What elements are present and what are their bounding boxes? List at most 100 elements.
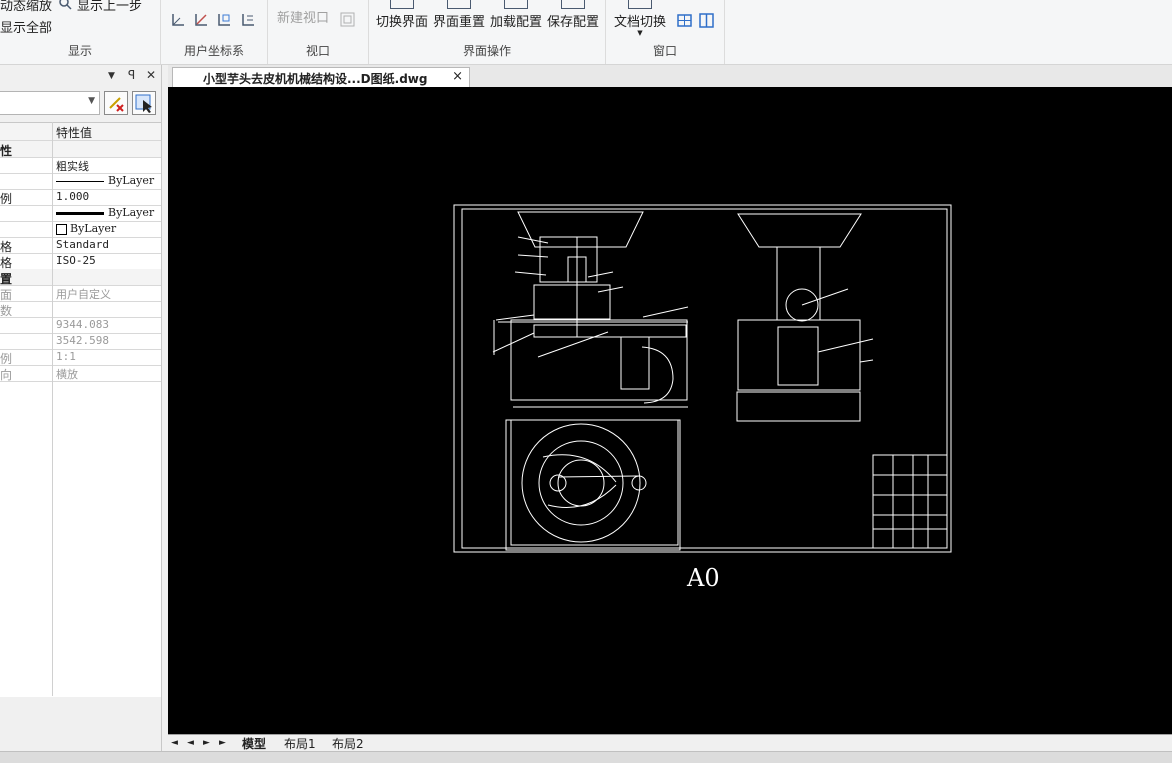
property-value: 1:1: [56, 350, 76, 363]
previous-view-button[interactable]: 显示上一步: [77, 0, 142, 14]
property-row[interactable]: 例 1.000: [0, 189, 161, 206]
ucs-view-icon[interactable]: [217, 12, 232, 27]
panel-menu-button[interactable]: ▼: [108, 71, 115, 81]
property-row[interactable]: 粗实线: [0, 157, 161, 174]
panel-titlebar: ▼ ꟼ ✕: [0, 65, 161, 87]
document-tab[interactable]: 小型芋头去皮机机械结构设...D图纸.dwg ×: [172, 67, 470, 88]
thick-line-swatch: [56, 211, 104, 215]
reset-ui-icon: [447, 0, 471, 9]
chevron-down-icon: ▼: [88, 96, 95, 106]
tab-model[interactable]: 模型: [242, 735, 266, 752]
document-tab-close-button[interactable]: ×: [452, 69, 463, 84]
select-objects-icon: [135, 94, 152, 113]
ui-ops-group-label: 界面操作: [462, 44, 511, 58]
object-selector-dropdown[interactable]: ▼: [0, 91, 100, 115]
front-view: [492, 211, 689, 408]
ucs-3point-icon[interactable]: [241, 12, 256, 27]
layout-tab-bar: ◄ ◄ ► ► 模型 布局1 布局2: [168, 734, 1172, 752]
save-config-button[interactable]: 保存配置: [545, 0, 601, 38]
switch-ui-button[interactable]: 切换界面: [374, 0, 430, 38]
toggle-pickadd-button[interactable]: [104, 91, 128, 115]
doc-switch-label: 文档切换: [613, 15, 666, 30]
property-row[interactable]: 性: [0, 141, 161, 158]
doc-switch-button[interactable]: 文档切换 ▼: [610, 0, 670, 38]
property-row[interactable]: 格 ISO-25: [0, 253, 161, 270]
load-config-button[interactable]: 加载配置: [488, 0, 544, 38]
property-value: 1.000: [56, 190, 90, 203]
document-tab-title: 小型芋头去皮机机械结构设...D图纸.dwg: [203, 72, 428, 86]
property-row[interactable]: 向 横放: [0, 365, 161, 382]
property-row[interactable]: ByLayer: [0, 173, 161, 190]
display-group-label: 显示: [67, 44, 92, 58]
switch-ui-label: 切换界面: [375, 15, 428, 30]
new-viewport-button[interactable]: 新建视口: [277, 7, 329, 26]
load-config-icon: [504, 0, 528, 9]
load-config-label: 加载配置: [489, 15, 542, 30]
thin-line-swatch: [56, 180, 104, 182]
side-view: [736, 213, 874, 422]
property-row[interactable]: 置: [0, 269, 161, 286]
column-divider[interactable]: [52, 122, 53, 696]
property-value: 粗实线: [56, 160, 89, 173]
switch-ui-icon: [390, 0, 414, 9]
panel-pin-button[interactable]: ꟼ: [128, 68, 135, 82]
select-objects-button[interactable]: [132, 91, 156, 115]
tile-vertical-icon[interactable]: [699, 13, 714, 28]
viewport-clip-icon[interactable]: [340, 12, 355, 27]
viewport-group-label: 视口: [305, 44, 330, 58]
property-row[interactable]: 9344.083: [0, 317, 161, 334]
property-row[interactable]: 例 1:1: [0, 349, 161, 366]
color-swatch: [56, 223, 67, 235]
property-value: ISO-25: [56, 254, 96, 267]
property-row[interactable]: 数: [0, 301, 161, 318]
property-value-text: ByLayer: [108, 174, 155, 187]
ucs-object-icon[interactable]: [194, 12, 209, 27]
nav-first-button[interactable]: ◄: [171, 738, 178, 748]
ribbon: 动态缩放 显示上一步 显示全部 显示 用户坐标系 新建视口 视口 切换界面 界面…: [0, 0, 1172, 65]
title-block: [872, 454, 948, 549]
ui-ops-group: 切换界面 界面重置 加载配置 保存配置 界面操作: [369, 0, 606, 64]
property-row[interactable]: 格 Standard: [0, 237, 161, 254]
property-row[interactable]: ByLayer: [0, 221, 161, 238]
chevron-down-icon: ▼: [637, 29, 643, 37]
document-tab-bar: 小型芋头去皮机机械结构设...D图纸.dwg ×: [168, 65, 1172, 88]
doc-switch-icon: [628, 0, 652, 9]
sheet-size-label: A0: [687, 564, 720, 592]
display-group: 动态缩放 显示上一步 显示全部 显示: [0, 0, 161, 64]
value-column-header: 特性值: [56, 126, 93, 140]
reset-ui-label: 界面重置: [432, 15, 485, 30]
property-value: ByLayer: [56, 206, 154, 219]
tab-layout1[interactable]: 布局1: [284, 735, 316, 752]
panel-close-button[interactable]: ✕: [146, 68, 156, 82]
properties-table: 特性值 性粗实线 ByLayer 例 1.000 ByLayer ByLayer 格 Stan…: [0, 122, 161, 697]
property-value: 3542.598: [56, 334, 109, 347]
drawing-canvas[interactable]: A0: [168, 87, 1172, 734]
property-row[interactable]: 3542.598: [0, 333, 161, 350]
property-value: 横放: [56, 368, 78, 381]
properties-header-row: 特性值: [0, 123, 161, 141]
window-group-label: 窗口: [652, 44, 677, 58]
properties-panel: ▼ ꟼ ✕ ▼ 特性值 性粗实线 ByLayer 例 1.000 ByLayer ByLa…: [0, 65, 162, 751]
property-value: ByLayer: [56, 174, 154, 187]
sheet-outer-border: [453, 204, 952, 553]
dynamic-zoom-button[interactable]: 动态缩放: [0, 0, 52, 14]
save-config-icon: [561, 0, 585, 9]
sheet-inner-border: [461, 208, 948, 549]
status-bar: [0, 751, 1172, 763]
property-row[interactable]: ByLayer: [0, 205, 161, 222]
top-view: [505, 419, 681, 551]
show-all-button[interactable]: 显示全部: [0, 17, 52, 36]
reset-ui-button[interactable]: 界面重置: [431, 0, 487, 38]
nav-prev-button[interactable]: ◄: [187, 738, 194, 748]
tile-horizontal-icon[interactable]: [677, 13, 692, 28]
tab-layout2[interactable]: 布局2: [332, 735, 364, 752]
ucs-world-icon[interactable]: [171, 12, 186, 27]
property-value: 9344.083: [56, 318, 109, 331]
property-value: ByLayer: [56, 222, 116, 235]
property-name: 向: [0, 368, 13, 382]
viewport-group: 新建视口 视口: [268, 0, 369, 64]
cad-drawing: [453, 204, 952, 553]
nav-next-button[interactable]: ►: [203, 738, 210, 748]
property-row[interactable]: 面用户自定义: [0, 285, 161, 302]
nav-last-button[interactable]: ►: [219, 738, 226, 748]
